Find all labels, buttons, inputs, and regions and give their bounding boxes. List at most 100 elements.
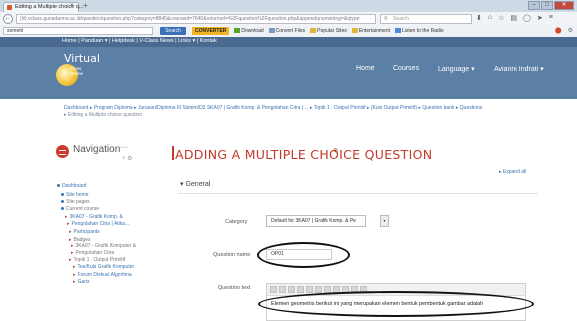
category-label: Category bbox=[225, 219, 248, 225]
home-icon[interactable]: ⌂ bbox=[488, 14, 492, 22]
bookmark-items: CONVERTER Download Convert Files Popular… bbox=[192, 27, 444, 35]
nav-tree-item[interactable]: ▸ Garis bbox=[73, 279, 89, 285]
site-top-links-bar: Home | Panduan ▾ | Helpdesk | V-Class Ne… bbox=[0, 37, 577, 47]
bookmark-label: Entertainment bbox=[358, 28, 390, 34]
title-accent-bar bbox=[172, 146, 174, 160]
close-window-button[interactable]: ✕ bbox=[554, 1, 574, 10]
question-text-label: Question text bbox=[218, 285, 251, 291]
nav-tree-item: ▸ 3KA07 - Grafik Komputer & bbox=[71, 243, 136, 249]
nav-tree-item[interactable]: ▸ Pengolahan Citra | Atika... bbox=[67, 221, 129, 227]
nav-user-menu[interactable]: Avianni Indrati ▾ bbox=[494, 65, 544, 73]
bookmark-label: Convert Files bbox=[275, 28, 306, 34]
settings-icon[interactable]: ⚙ bbox=[568, 27, 573, 34]
bookmark-entertainment[interactable]: Entertainment bbox=[351, 27, 390, 35]
nav-courses[interactable]: Courses bbox=[393, 65, 419, 72]
nav-tree-item: Current course bbox=[61, 206, 99, 212]
category-dropdown-button[interactable]: ▾ bbox=[380, 215, 389, 227]
bullet-icon bbox=[61, 207, 64, 211]
expand-arrow-icon: ▸ bbox=[69, 229, 72, 235]
editor-italic-icon[interactable] bbox=[297, 286, 304, 293]
nav-home[interactable]: Home bbox=[356, 65, 375, 72]
site-header: Virtual Class Online Home Courses Langua… bbox=[0, 47, 577, 99]
bookmark-popular-sites[interactable]: Popular Sites bbox=[310, 27, 347, 35]
bookmark-convert-files[interactable]: Convert Files bbox=[268, 27, 306, 35]
breadcrumb-current: ▸ Editing a Multiple choice question bbox=[64, 112, 143, 118]
browser-toolbar-icons: ⬇ ⌂ ☆ ▤ ◯ ➤ ≡ bbox=[476, 14, 553, 22]
download-icon[interactable]: ⬇ bbox=[476, 14, 482, 22]
nav-tree-item[interactable]: ▸ Participants bbox=[69, 229, 100, 235]
new-tab-button[interactable]: + bbox=[81, 2, 90, 10]
radio-icon bbox=[395, 28, 401, 34]
nav-tree-label: Current course bbox=[66, 206, 100, 212]
nav-tree-label: Site home bbox=[66, 192, 89, 198]
nav-tree-label: Dashboard bbox=[62, 183, 87, 189]
url-bar[interactable]: (iii) vclass.gunadarma.ac.id/question/qu… bbox=[16, 14, 376, 24]
window-controls: – □ ✕ bbox=[528, 1, 574, 10]
toolbar-search-input[interactable]: sometri bbox=[3, 27, 153, 35]
bookmark-star-icon[interactable]: ☆ bbox=[498, 14, 504, 22]
nav-tree-item[interactable]: ▸ Forum Diskusi Algoritma bbox=[73, 272, 132, 278]
help-icon[interactable]: ⊕ bbox=[333, 147, 338, 154]
nav-tree-label: Forum Diskusi Algoritma bbox=[77, 272, 132, 278]
nav-tree-item[interactable]: ▸ Tes/Kuis Grafik Komputer bbox=[73, 264, 134, 270]
reading-list-icon[interactable]: ▤ bbox=[510, 14, 517, 22]
nav-language[interactable]: Language ▾ bbox=[438, 65, 475, 73]
question-name-label: Question name bbox=[213, 252, 251, 258]
back-arrow-icon[interactable]: ← bbox=[3, 14, 13, 24]
send-icon[interactable]: ➤ bbox=[537, 14, 543, 22]
bookmark-label: Listen to the Radio bbox=[402, 28, 444, 34]
browser-titlebar: Editing a Multiple choice q... × + – □ ✕ bbox=[0, 0, 577, 13]
section-divider bbox=[178, 193, 538, 194]
editor-bold-icon[interactable] bbox=[288, 286, 295, 293]
bookmark-radio[interactable]: Listen to the Radio bbox=[395, 27, 444, 35]
editor-format-icon[interactable] bbox=[279, 286, 286, 293]
nav-tree-label: 3KA07 - Grafik Komputer & bbox=[75, 243, 137, 249]
nav-tree-label: Tes/Kuis Grafik Komputer bbox=[77, 264, 135, 270]
browser-search-input[interactable]: ⚲ Search bbox=[380, 14, 472, 24]
editor-toggle-icon[interactable] bbox=[270, 286, 277, 293]
navigation-icon bbox=[56, 145, 69, 158]
editor-bullet-list-icon[interactable] bbox=[306, 286, 313, 293]
editor-number-list-icon[interactable] bbox=[315, 286, 322, 293]
expand-all-link[interactable]: ▸ Expand all bbox=[499, 169, 526, 175]
search-icon: ⚲ bbox=[384, 16, 388, 22]
expand-arrow-icon: ▸ bbox=[73, 272, 76, 278]
menu-icon[interactable]: ≡ bbox=[549, 14, 553, 22]
folder-icon bbox=[310, 28, 317, 34]
maximize-button[interactable]: □ bbox=[541, 1, 553, 10]
nav-tree-item: ▸ Pengolahan Citra bbox=[71, 250, 114, 256]
bookmark-right-icons: ⬤ ⚙ bbox=[555, 27, 573, 34]
addon-icon[interactable]: ⬤ bbox=[555, 27, 562, 34]
category-select[interactable]: Default for 3KA07 | Grafik Komp. & Pe bbox=[266, 215, 366, 227]
page-title: ADDING A MULTIPLE CHOICE QUESTION bbox=[175, 147, 433, 162]
nav-tree-item: Site pages bbox=[61, 199, 90, 205]
nav-tree-label: Pengolahan Citra | Atika... bbox=[71, 221, 130, 227]
nav-tree-item[interactable]: Dashboard bbox=[57, 183, 86, 189]
minimize-button[interactable]: – bbox=[528, 1, 540, 10]
expand-arrow-icon: ▸ bbox=[67, 221, 70, 227]
nav-tree-label: Participants bbox=[73, 229, 100, 235]
dock-block-icon[interactable]: −−− bbox=[118, 145, 129, 151]
site-logo-text[interactable]: Virtual bbox=[64, 52, 100, 65]
site-top-links[interactable]: Home | Panduan ▾ | Helpdesk | V-Class Ne… bbox=[62, 38, 217, 44]
section-general[interactable]: ▾ General bbox=[180, 180, 210, 188]
download-bookmark-icon bbox=[234, 28, 241, 34]
nav-tree-label: Pengolahan Citra bbox=[75, 250, 115, 256]
expand-arrow-icon: ▸ bbox=[71, 243, 74, 249]
nav-tree-item[interactable]: Site home bbox=[61, 192, 89, 198]
toolbar-search-button[interactable]: Search bbox=[160, 27, 186, 35]
highlight-oval bbox=[257, 242, 350, 268]
nav-tree-item: ▸ Topik 1 : Output Primitif bbox=[69, 257, 125, 263]
search-placeholder: Search bbox=[393, 16, 409, 22]
bookmark-download[interactable]: Download bbox=[234, 27, 264, 35]
bookmark-label: Popular Sites bbox=[317, 28, 347, 34]
close-tab-icon[interactable]: × bbox=[70, 3, 74, 9]
expand-arrow-icon: ▸ bbox=[65, 214, 68, 220]
block-actions-icon[interactable]: + ⚙ bbox=[122, 155, 133, 162]
nav-tree-label: 3KA07 - Grafik Komp. & bbox=[69, 214, 123, 220]
shield-icon[interactable]: ◯ bbox=[523, 14, 531, 22]
nav-tree-item[interactable]: ▸ 3KA07 - Grafik Komp. & bbox=[65, 214, 123, 220]
file-icon bbox=[268, 28, 275, 34]
breadcrumb[interactable]: Dashboard ▸ Program Diploma ▸ Jurusan/Di… bbox=[64, 105, 482, 111]
bookmark-converter[interactable]: CONVERTER bbox=[192, 27, 230, 35]
